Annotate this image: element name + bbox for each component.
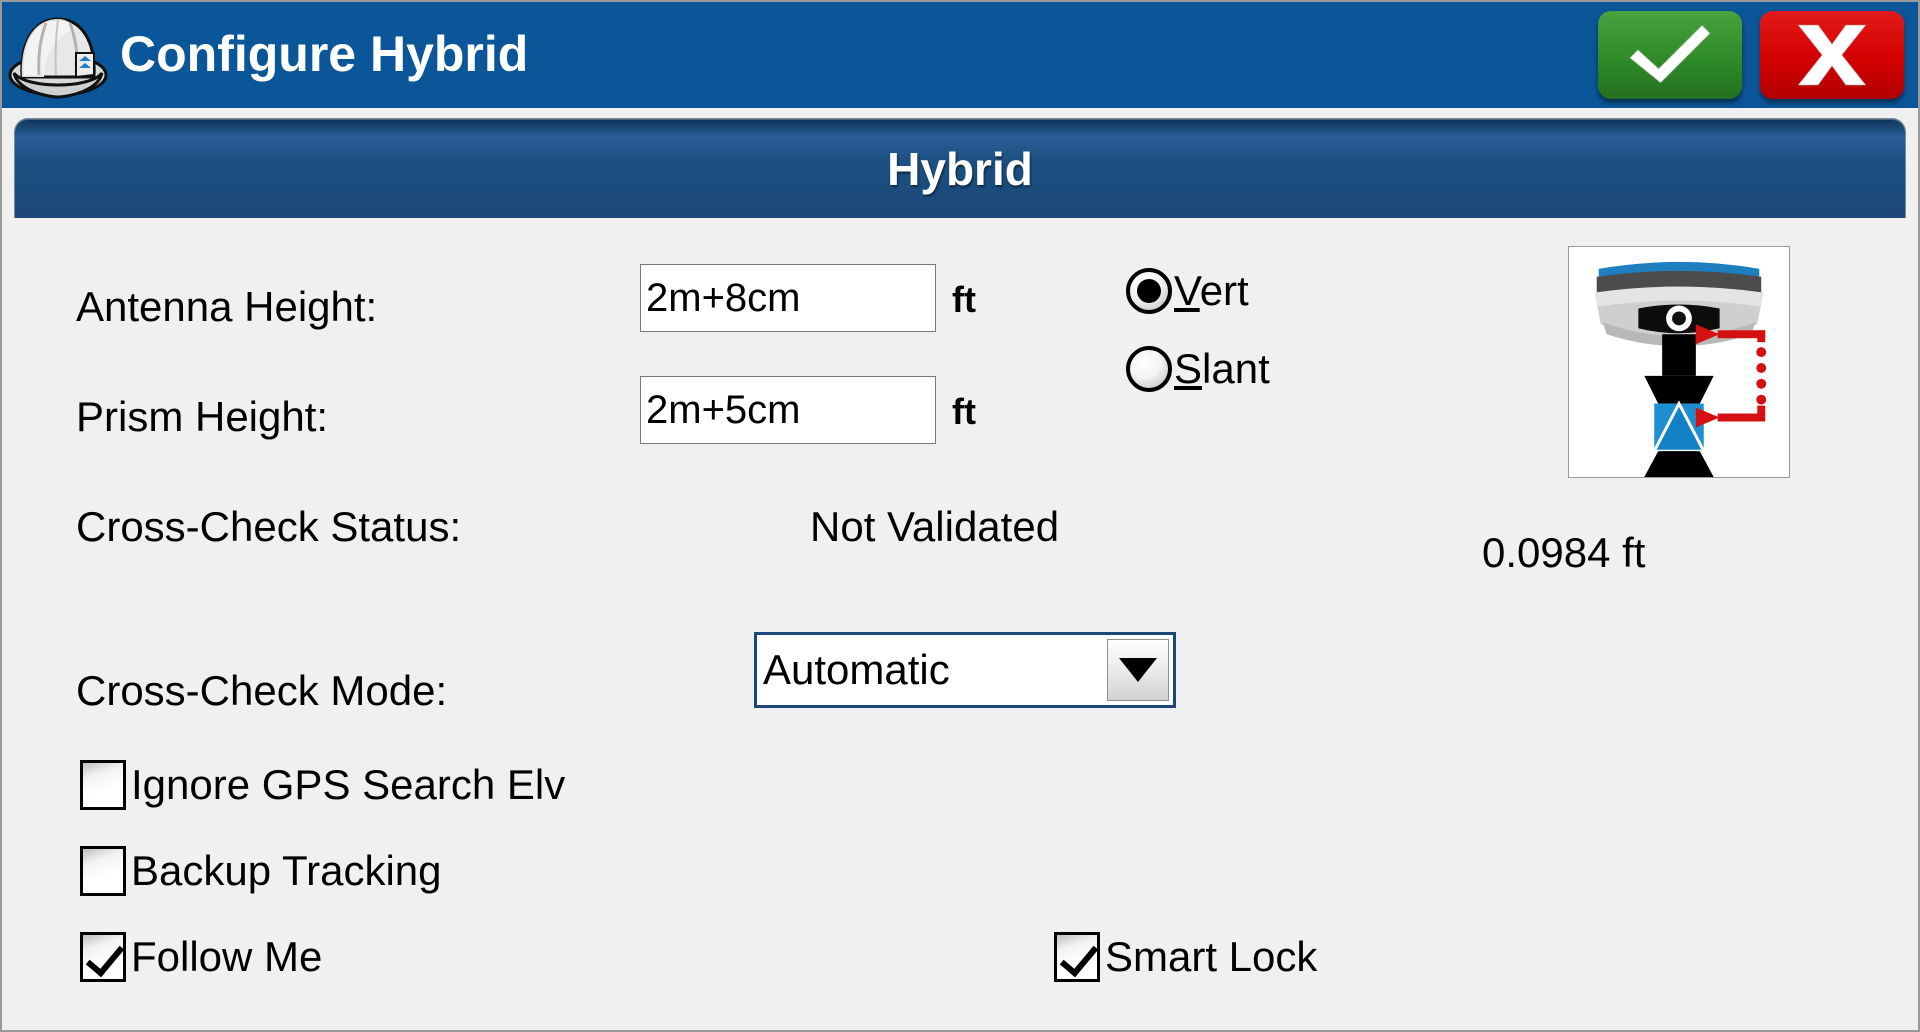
checkbox-follow-me-label: Follow Me (131, 933, 323, 980)
title-bar-actions (1598, 11, 1904, 99)
checkbox-backup-tracking-label: Backup Tracking (131, 847, 442, 894)
tab-hybrid[interactable]: Hybrid (14, 118, 1906, 218)
gnss-receiver-prism-offset-diagram (1568, 246, 1790, 478)
panel-header-wrap: Hybrid (2, 108, 1918, 218)
hard-hat-icon (6, 9, 110, 101)
cancel-button[interactable] (1760, 11, 1904, 99)
prism-height-unit: ft (952, 391, 976, 432)
cross-check-status-label: Cross-Check Status: (76, 503, 462, 550)
radio-slant-rest: lant (1202, 345, 1270, 392)
prism-height-input[interactable]: 2m+5cm (640, 376, 936, 444)
antenna-height-input[interactable]: 2m+8cm (640, 264, 936, 332)
configure-hybrid-window: Configure Hybrid Hybrid Antenna Height: … (0, 0, 1920, 1032)
radio-slant-dot (1126, 346, 1172, 392)
radio-slant-label: Slant (1174, 348, 1270, 390)
antenna-height-unit: ft (952, 279, 976, 320)
panel-title: Hybrid (887, 142, 1033, 195)
radio-slant[interactable]: Slant (1126, 346, 1270, 392)
checkbox-ignore-gps-search-elv-label: Ignore GPS Search Elv (131, 761, 566, 808)
checkbox-ignore-gps-search-elv-box (80, 760, 126, 810)
checkmark-icon (1622, 22, 1718, 88)
cross-check-mode-label: Cross-Check Mode: (76, 667, 448, 714)
offset-value: 0.0984 ft (1482, 529, 1646, 576)
checkbox-smart-lock-box (1054, 932, 1100, 982)
checkbox-follow-me-box (80, 932, 126, 982)
accept-button[interactable] (1598, 11, 1742, 99)
title-bar: Configure Hybrid (2, 2, 1918, 108)
x-icon (1786, 20, 1878, 90)
checkbox-follow-me[interactable]: Follow Me (80, 932, 322, 982)
checkbox-backup-tracking[interactable]: Backup Tracking (80, 846, 442, 896)
radio-slant-accelerator: S (1174, 345, 1203, 392)
radio-vert-label: Vert (1174, 270, 1249, 312)
radio-vert-accelerator: V (1174, 267, 1200, 314)
checkbox-ignore-gps-search-elv[interactable]: Ignore GPS Search Elv (80, 760, 565, 810)
form-area: Antenna Height: 2m+8cm ft Prism Height: … (2, 218, 1918, 1030)
checkbox-backup-tracking-box (80, 846, 126, 896)
radio-vert-rest: ert (1199, 267, 1249, 314)
page-title: Configure Hybrid (120, 26, 529, 82)
checkbox-smart-lock-label: Smart Lock (1105, 933, 1318, 980)
cross-check-mode-select[interactable]: Automatic (754, 632, 1176, 708)
prism-height-label: Prism Height: (76, 393, 329, 440)
form-content: Antenna Height: 2m+8cm ft Prism Height: … (2, 218, 1918, 1030)
cross-check-status-value: Not Validated (810, 503, 1060, 550)
checkbox-smart-lock[interactable]: Smart Lock (1054, 932, 1317, 982)
chevron-down-icon[interactable] (1107, 639, 1169, 701)
radio-vert[interactable]: Vert (1126, 268, 1249, 314)
cross-check-mode-value: Automatic (763, 649, 950, 691)
radio-vert-dot (1126, 268, 1172, 314)
antenna-height-label: Antenna Height: (76, 283, 378, 330)
